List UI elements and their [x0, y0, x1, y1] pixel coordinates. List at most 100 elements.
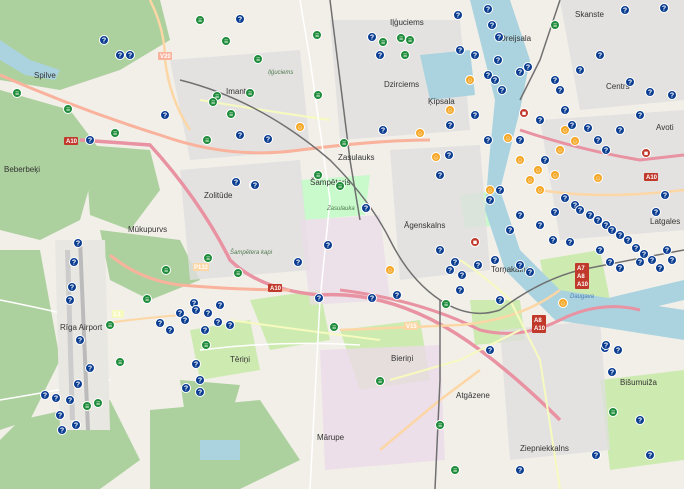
- food-marker[interactable]: ☺: [535, 185, 545, 195]
- question-marker[interactable]: ?: [392, 290, 402, 300]
- question-marker[interactable]: ?: [445, 265, 455, 275]
- question-marker[interactable]: ?: [235, 130, 245, 140]
- question-marker[interactable]: ?: [195, 387, 205, 397]
- question-marker[interactable]: ?: [651, 207, 661, 217]
- question-marker[interactable]: ?: [523, 62, 533, 72]
- food-marker[interactable]: ☺: [503, 133, 513, 143]
- question-marker[interactable]: ?: [487, 20, 497, 30]
- question-marker[interactable]: ?: [490, 255, 500, 265]
- bike-marker[interactable]: ≡: [435, 420, 445, 430]
- question-marker[interactable]: ?: [601, 340, 611, 350]
- question-marker[interactable]: ?: [515, 260, 525, 270]
- question-marker[interactable]: ?: [495, 185, 505, 195]
- food-marker[interactable]: ☺: [525, 175, 535, 185]
- bike-marker[interactable]: ≡: [335, 181, 345, 191]
- question-marker[interactable]: ?: [435, 170, 445, 180]
- question-marker[interactable]: ?: [493, 55, 503, 65]
- bike-marker[interactable]: ≡: [378, 37, 388, 47]
- question-marker[interactable]: ?: [613, 345, 623, 355]
- question-marker[interactable]: ?: [483, 135, 493, 145]
- question-marker[interactable]: ?: [505, 225, 515, 235]
- bike-marker[interactable]: ≡: [405, 35, 415, 45]
- question-marker[interactable]: ?: [615, 230, 625, 240]
- question-marker[interactable]: ?: [155, 318, 165, 328]
- bike-marker[interactable]: ≡: [195, 15, 205, 25]
- question-marker[interactable]: ?: [65, 395, 75, 405]
- question-marker[interactable]: ?: [595, 50, 605, 60]
- question-marker[interactable]: ?: [575, 65, 585, 75]
- question-marker[interactable]: ?: [225, 320, 235, 330]
- question-marker[interactable]: ?: [165, 325, 175, 335]
- question-marker[interactable]: ?: [323, 240, 333, 250]
- question-marker[interactable]: ?: [565, 237, 575, 247]
- question-marker[interactable]: ?: [40, 390, 50, 400]
- question-marker[interactable]: ?: [615, 125, 625, 135]
- bike-marker[interactable]: ≡: [221, 36, 231, 46]
- question-marker[interactable]: ?: [560, 105, 570, 115]
- bike-marker[interactable]: ≡: [608, 407, 618, 417]
- question-marker[interactable]: ?: [515, 135, 525, 145]
- question-marker[interactable]: ?: [67, 282, 77, 292]
- question-marker[interactable]: ?: [575, 205, 585, 215]
- question-marker[interactable]: ?: [607, 225, 617, 235]
- bike-marker[interactable]: ≡: [208, 97, 218, 107]
- question-marker[interactable]: ?: [560, 193, 570, 203]
- map-canvas[interactable]: Rīga Airport A10 A10 V20 V15 P132 L1 A7 …: [0, 0, 684, 489]
- food-marker[interactable]: ☺: [533, 165, 543, 175]
- question-marker[interactable]: ?: [495, 295, 505, 305]
- question-marker[interactable]: ?: [457, 270, 467, 280]
- bike-marker[interactable]: ≡: [313, 90, 323, 100]
- question-marker[interactable]: ?: [263, 134, 273, 144]
- food-marker[interactable]: ☺: [385, 265, 395, 275]
- question-marker[interactable]: ?: [515, 465, 525, 475]
- question-marker[interactable]: ?: [160, 110, 170, 120]
- bike-marker[interactable]: ≡: [161, 265, 171, 275]
- question-marker[interactable]: ?: [583, 123, 593, 133]
- red-marker[interactable]: ■: [641, 148, 651, 158]
- food-marker[interactable]: ☺: [295, 122, 305, 132]
- question-marker[interactable]: ?: [450, 257, 460, 267]
- question-marker[interactable]: ?: [490, 75, 500, 85]
- question-marker[interactable]: ?: [548, 235, 558, 245]
- question-marker[interactable]: ?: [57, 425, 67, 435]
- question-marker[interactable]: ?: [585, 210, 595, 220]
- question-marker[interactable]: ?: [625, 77, 635, 87]
- question-marker[interactable]: ?: [99, 35, 109, 45]
- food-marker[interactable]: ☺: [555, 145, 565, 155]
- question-marker[interactable]: ?: [215, 300, 225, 310]
- question-marker[interactable]: ?: [125, 50, 135, 60]
- question-marker[interactable]: ?: [378, 125, 388, 135]
- question-marker[interactable]: ?: [525, 267, 535, 277]
- question-marker[interactable]: ?: [181, 383, 191, 393]
- question-marker[interactable]: ?: [470, 50, 480, 60]
- question-marker[interactable]: ?: [367, 293, 377, 303]
- question-marker[interactable]: ?: [71, 420, 81, 430]
- bike-marker[interactable]: ≡: [375, 376, 385, 386]
- question-marker[interactable]: ?: [85, 363, 95, 373]
- question-marker[interactable]: ?: [593, 135, 603, 145]
- bike-marker[interactable]: ≡: [105, 320, 115, 330]
- bike-marker[interactable]: ≡: [93, 398, 103, 408]
- question-marker[interactable]: ?: [191, 305, 201, 315]
- question-marker[interactable]: ?: [175, 308, 185, 318]
- question-marker[interactable]: ?: [455, 45, 465, 55]
- bike-marker[interactable]: ≡: [396, 33, 406, 43]
- bike-marker[interactable]: ≡: [82, 401, 92, 411]
- bike-marker[interactable]: ≡: [253, 54, 263, 64]
- question-marker[interactable]: ?: [235, 14, 245, 24]
- red-marker[interactable]: ■: [470, 237, 480, 247]
- bike-marker[interactable]: ≡: [441, 299, 451, 309]
- question-marker[interactable]: ?: [535, 220, 545, 230]
- question-marker[interactable]: ?: [361, 203, 371, 213]
- question-marker[interactable]: ?: [485, 345, 495, 355]
- question-marker[interactable]: ?: [550, 75, 560, 85]
- question-marker[interactable]: ?: [595, 245, 605, 255]
- food-marker[interactable]: ☺: [515, 155, 525, 165]
- bike-marker[interactable]: ≡: [203, 253, 213, 263]
- bike-marker[interactable]: ≡: [400, 50, 410, 60]
- question-marker[interactable]: ?: [645, 87, 655, 97]
- bike-marker[interactable]: ≡: [312, 30, 322, 40]
- food-marker[interactable]: ☺: [415, 128, 425, 138]
- question-marker[interactable]: ?: [69, 257, 79, 267]
- food-marker[interactable]: ☺: [558, 298, 568, 308]
